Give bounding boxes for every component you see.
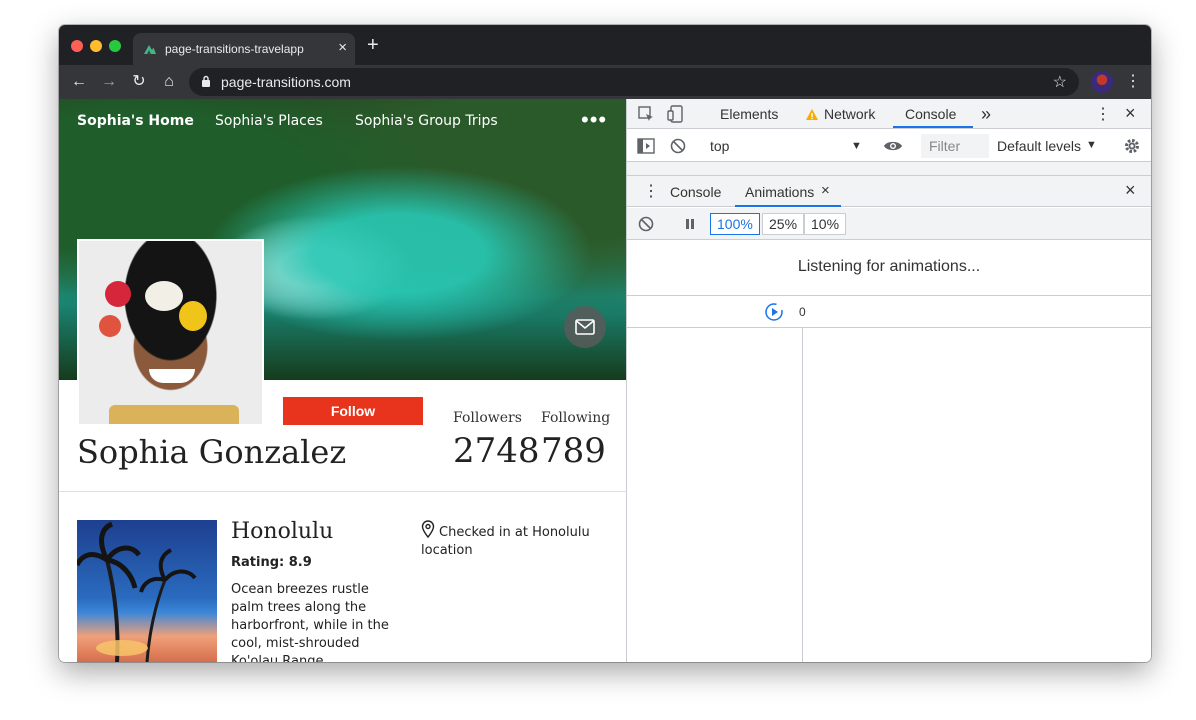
devtools-close-icon[interactable]: × (1125, 103, 1136, 124)
speed-100-button[interactable]: 100% (710, 213, 760, 235)
devtools-panel: Elements Network Console » ⋮ × top ▼ Fil… (626, 99, 1151, 662)
listening-message: Listening for animations... (627, 240, 1151, 296)
tab-elements[interactable]: Elements (720, 106, 778, 122)
pause-icon[interactable] (684, 218, 696, 230)
tab-close-icon[interactable]: × (338, 39, 347, 56)
console-filter-bar: top ▼ Filter Default levels ▼ (627, 130, 1151, 162)
filter-input[interactable]: Filter (921, 134, 989, 158)
context-selector[interactable]: top (710, 138, 729, 154)
palm-tree-illustration (77, 521, 197, 662)
more-icon[interactable]: ••• (581, 107, 607, 133)
nuxt-logo-icon (144, 45, 156, 54)
trip-rating: Rating: 8.9 (231, 555, 312, 570)
drawer-tab-console[interactable]: Console (670, 184, 721, 200)
inspect-element-icon[interactable] (637, 105, 655, 123)
title-bar: page-transitions-travelapp × + (59, 25, 1151, 65)
clear-animations-icon[interactable] (638, 216, 654, 232)
flower-decoration (145, 281, 183, 311)
log-levels-dropdown[interactable]: Default levels (997, 138, 1081, 154)
mail-button[interactable] (564, 306, 606, 348)
timeline-header: 0 (627, 296, 1151, 328)
drawer-tabs: ⋮ Console Animations × × (627, 176, 1151, 207)
active-tab-indicator (893, 126, 973, 128)
tab-title: page-transitions-travelapp (165, 42, 304, 56)
location-pin-icon (421, 520, 435, 538)
trip-image (77, 520, 217, 662)
checkin-text: Checked in at Honolulu location (421, 525, 590, 558)
forward-icon[interactable]: → (99, 72, 119, 92)
chevron-down-icon[interactable]: ▼ (851, 140, 862, 152)
checkin-info: Checked in at Honolulu location (421, 520, 621, 560)
close-window-button[interactable] (71, 40, 83, 52)
profile-name: Sophia Gonzalez (77, 433, 347, 471)
panel-splitter[interactable] (627, 162, 1151, 176)
drawer-menu-icon[interactable]: ⋮ (643, 181, 659, 201)
speed-10-button[interactable]: 10% (804, 213, 847, 235)
nav-places[interactable]: Sophia's Places (215, 113, 323, 129)
lock-icon (202, 75, 210, 87)
timeline-zero-tick: 0 (799, 305, 806, 319)
flower-decoration (179, 301, 207, 331)
devtools-menu-icon[interactable]: ⋮ (1095, 104, 1111, 124)
speed-25-button[interactable]: 25% (762, 213, 805, 235)
animations-toolbar: 100% 25% 10% (627, 208, 1151, 240)
mail-icon (575, 319, 595, 335)
gear-icon[interactable] (1123, 137, 1141, 155)
followers-count: 2748 (453, 431, 540, 471)
follow-button[interactable]: Follow (283, 397, 423, 425)
minimize-window-button[interactable] (90, 40, 102, 52)
profile-photo (77, 239, 264, 426)
drawer-tab-animations[interactable]: Animations (745, 184, 814, 200)
devtools-main-tabs: Elements Network Console » ⋮ × (627, 99, 1151, 129)
tab-network[interactable]: Network (824, 106, 875, 122)
trip-title[interactable]: Honolulu (231, 519, 333, 544)
drawer-close-icon[interactable]: × (1125, 180, 1136, 201)
browser-window: page-transitions-travelapp × + ← → ↻ ⌂ p… (59, 25, 1151, 662)
warning-icon (806, 109, 818, 120)
replay-timeline-icon[interactable] (764, 302, 784, 322)
profile-avatar[interactable] (1091, 71, 1113, 93)
address-bar[interactable]: page-transitions.com ☆ (189, 68, 1079, 96)
shirt-decoration (109, 405, 239, 424)
more-tabs-icon[interactable]: » (981, 104, 991, 125)
sidebar-toggle-icon[interactable] (637, 138, 655, 154)
new-tab-button[interactable]: + (367, 35, 379, 55)
tab-console[interactable]: Console (905, 106, 956, 122)
section-divider (59, 491, 626, 492)
following-label: Following (541, 410, 611, 426)
nav-home[interactable]: Sophia's Home (77, 113, 194, 129)
trip-description: Ocean breezes rustle palm trees along th… (231, 582, 389, 662)
home-icon[interactable]: ⌂ (159, 72, 179, 92)
browser-tab[interactable]: page-transitions-travelapp × (133, 33, 355, 65)
back-icon[interactable]: ← (69, 72, 89, 92)
eye-icon[interactable] (883, 139, 903, 153)
nav-group-trips[interactable]: Sophia's Group Trips (355, 113, 498, 129)
web-page: Sophia's Home Sophia's Places Sophia's G… (59, 99, 626, 662)
animation-groups-column (627, 328, 803, 662)
reload-icon[interactable]: ↻ (129, 72, 149, 92)
maximize-window-button[interactable] (109, 40, 121, 52)
url-text: page-transitions.com (221, 74, 351, 90)
bookmark-star-icon[interactable]: ☆ (1053, 72, 1067, 92)
active-drawer-tab-indicator (735, 205, 841, 207)
flower-decoration (105, 281, 131, 307)
flower-decoration (99, 315, 121, 337)
browser-toolbar: ← → ↻ ⌂ page-transitions.com ☆ ⋮ (59, 65, 1151, 99)
levels-chevron-icon[interactable]: ▼ (1086, 139, 1097, 151)
followers-label: Followers (453, 410, 522, 426)
following-count: 789 (541, 431, 606, 471)
device-toolbar-icon[interactable] (667, 105, 685, 123)
smile-decoration (149, 369, 195, 383)
close-animations-tab-icon[interactable]: × (821, 182, 830, 199)
clear-console-icon[interactable] (670, 138, 686, 154)
browser-menu-icon[interactable]: ⋮ (1125, 71, 1141, 91)
